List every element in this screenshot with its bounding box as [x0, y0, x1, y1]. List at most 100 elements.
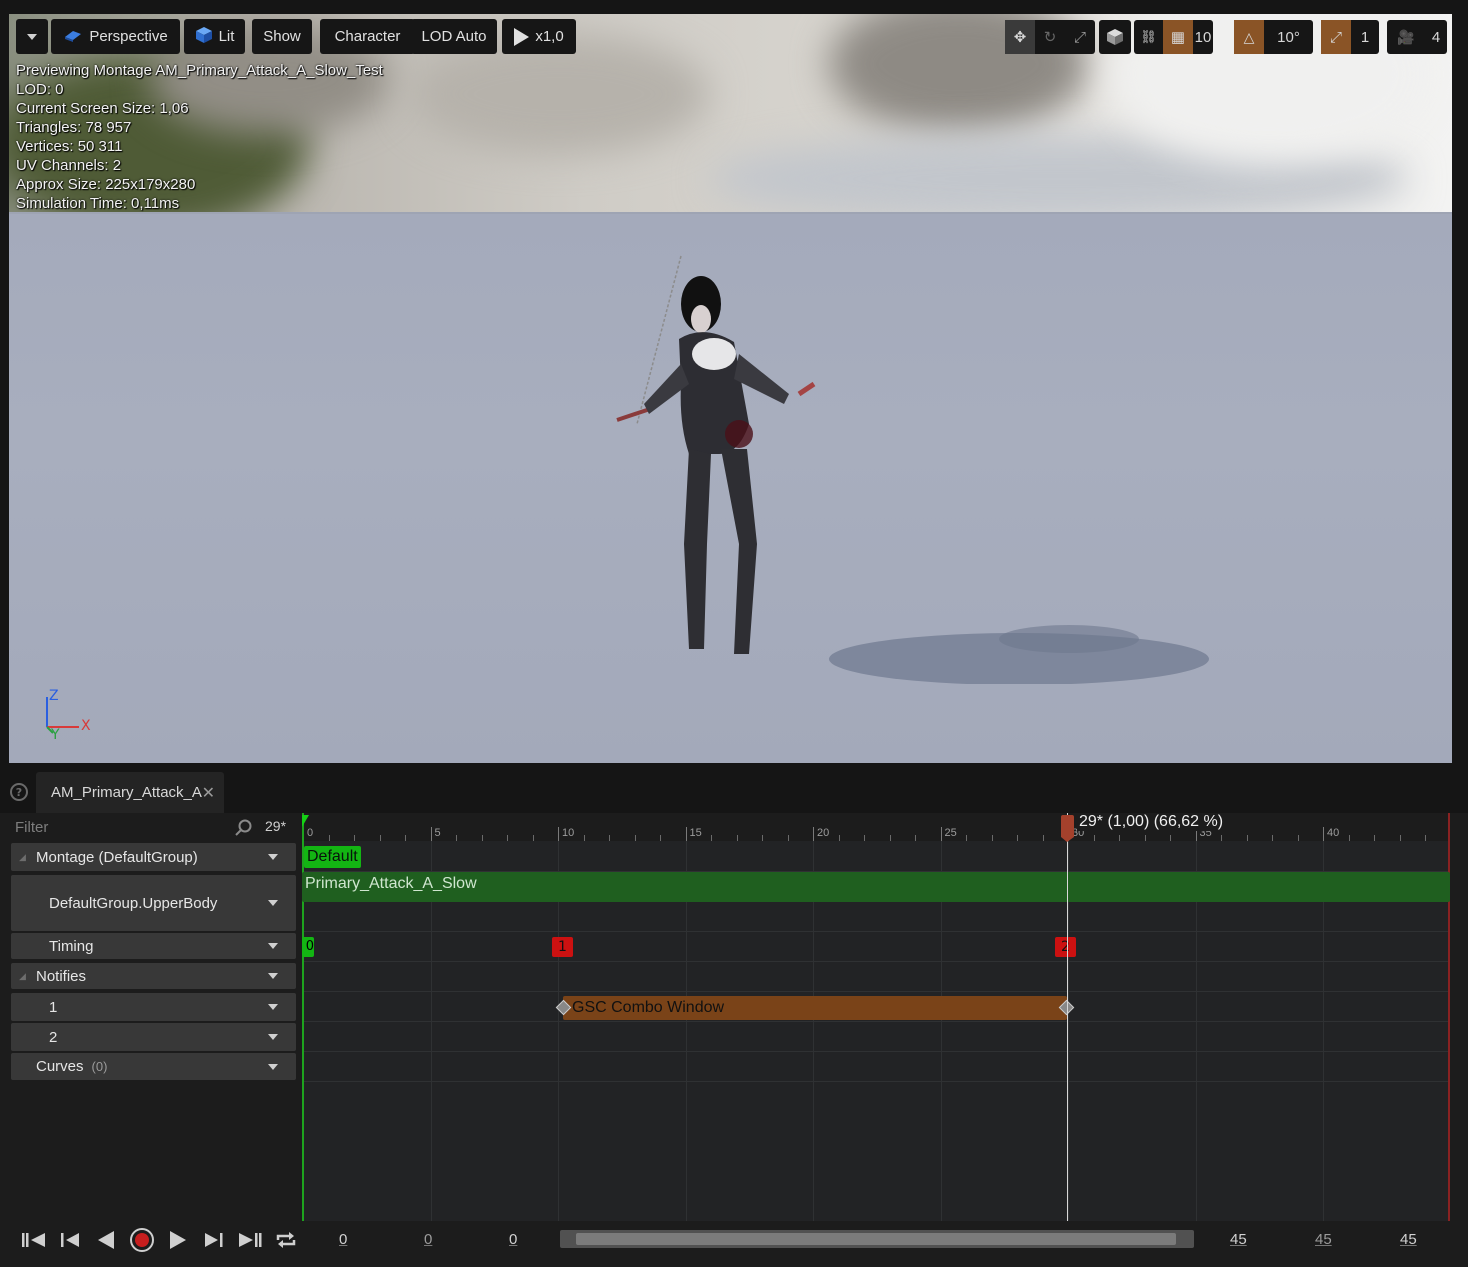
montage-segment[interactable]: Primary_Attack_A_Slow: [302, 872, 1450, 902]
rotate-mode-button[interactable]: ↻: [1035, 20, 1065, 54]
record-button[interactable]: [128, 1227, 156, 1253]
track-montage-group[interactable]: ◢ Montage (DefaultGroup): [11, 843, 296, 871]
skip-to-end-icon: [239, 1233, 262, 1247]
track-timing[interactable]: Timing: [11, 933, 296, 959]
preview-viewport[interactable]: Perspective Lit Show Character LOD Auto …: [9, 14, 1452, 763]
viewport-stats-overlay: Previewing Montage AM_Primary_Attack_A_S…: [16, 61, 383, 213]
track-montage-label: Montage (DefaultGroup): [36, 848, 198, 866]
play-end-field[interactable]: 45: [1230, 1231, 1247, 1248]
camera-speed-button[interactable]: 🎥: [1387, 20, 1425, 54]
track-slot[interactable]: DefaultGroup.UpperBody: [11, 875, 296, 931]
translate-mode-button[interactable]: ✥: [1005, 20, 1035, 54]
play-speed-label: x1,0: [535, 28, 564, 45]
play-start-field[interactable]: 0: [509, 1231, 517, 1248]
stat-lod: LOD: 0: [16, 81, 64, 98]
ruler-minor-tick: [1119, 835, 1120, 841]
ruler-minor-tick: [736, 835, 738, 841]
montage-section-default[interactable]: Default: [304, 846, 361, 868]
filter-input[interactable]: Filter: [15, 819, 48, 836]
track-notify-2[interactable]: 2: [11, 1023, 296, 1051]
playhead-arrow-icon: [1061, 837, 1074, 842]
skip-to-start-button[interactable]: [20, 1227, 48, 1253]
ruler-major-tick: [685, 827, 687, 841]
show-menu-button[interactable]: Show: [252, 19, 312, 54]
perspective-label: Perspective: [89, 28, 168, 45]
notify-state-gsc-combo-window[interactable]: GSC Combo Window: [563, 996, 1067, 1020]
collapse-triangle-icon[interactable]: ◢: [19, 971, 26, 982]
skip-to-end-button[interactable]: [236, 1227, 264, 1253]
ruler-minor-tick: [379, 835, 381, 841]
ruler-tick-label: 15: [689, 827, 702, 839]
working-start-field[interactable]: 0: [424, 1231, 432, 1248]
track-notifies[interactable]: ◢ Notifies: [11, 963, 296, 989]
stat-preview: Previewing Montage AM_Primary_Attack_A_S…: [16, 62, 383, 79]
skip-to-start-icon: [22, 1233, 45, 1247]
grid-snap-value[interactable]: 10: [1193, 20, 1213, 54]
timeline-area[interactable]: 0 5 10 15 20 25 30 35 40 Default Primary_Attack_…: [302, 813, 1450, 1221]
time-ruler[interactable]: 0 5 10 15 20 25 30 35 40: [302, 813, 1450, 841]
camera-speed-value[interactable]: 4: [1425, 20, 1447, 54]
grid-snap-toggle[interactable]: ▦: [1163, 20, 1193, 54]
stat-vertices: Vertices: 50 311: [16, 138, 123, 155]
playhead-line[interactable]: [1067, 813, 1068, 1221]
row-divider: [302, 961, 1450, 962]
chevron-down-icon: [27, 33, 37, 40]
chevron-down-icon[interactable]: [268, 1063, 278, 1070]
timing-marker-0[interactable]: 0: [302, 937, 314, 957]
view-mode-lit-button[interactable]: Lit: [184, 19, 245, 54]
collapse-triangle-icon[interactable]: ◢: [19, 852, 26, 863]
step-back-button[interactable]: [56, 1227, 84, 1253]
character-menu-button[interactable]: Character: [320, 19, 415, 54]
chevron-down-icon[interactable]: [268, 900, 278, 906]
stat-uv-channels: UV Channels: 2: [16, 157, 122, 174]
rotation-snap-toggle[interactable]: △: [1234, 20, 1264, 54]
scale-snap-value[interactable]: 1: [1351, 20, 1379, 54]
camera-icon: 🎥: [1397, 28, 1415, 45]
scale-mode-button[interactable]: ⤢: [1065, 20, 1095, 54]
ruler-minor-tick: [583, 835, 585, 841]
rotation-snap-group: △ 10°: [1234, 20, 1313, 54]
working-end-field[interactable]: 45: [1315, 1231, 1332, 1248]
loop-button[interactable]: [272, 1227, 300, 1253]
search-icon[interactable]: [235, 819, 253, 841]
scale-snap-toggle[interactable]: ⤢: [1321, 20, 1351, 54]
step-forward-button[interactable]: [200, 1227, 228, 1253]
ruler-minor-tick: [634, 835, 636, 841]
surface-snap-button[interactable]: ⛓: [1134, 20, 1163, 54]
world-local-toggle[interactable]: [1099, 20, 1131, 54]
rotation-snap-value[interactable]: 10°: [1264, 20, 1313, 54]
track-notify-1[interactable]: 1: [11, 993, 296, 1021]
ruler-minor-tick: [1017, 835, 1018, 841]
playback-speed-button[interactable]: x1,0: [502, 19, 576, 54]
track-curves[interactable]: Curves (0): [11, 1053, 296, 1080]
close-icon[interactable]: ✕: [202, 783, 215, 803]
playhead-handle[interactable]: [1061, 815, 1074, 837]
chevron-down-icon[interactable]: [268, 973, 278, 979]
chevron-down-icon[interactable]: [268, 1004, 278, 1010]
chevron-down-icon[interactable]: [268, 943, 278, 949]
perspective-button[interactable]: Perspective: [51, 19, 180, 54]
ruler-minor-tick: [1170, 835, 1171, 841]
play-reverse-button[interactable]: [92, 1227, 120, 1253]
chevron-down-icon[interactable]: [268, 1034, 278, 1040]
chevron-down-icon[interactable]: [268, 854, 278, 860]
view-start-field[interactable]: 0: [339, 1231, 347, 1248]
character-label: Character: [334, 28, 401, 45]
lod-menu-button[interactable]: LOD Auto: [411, 19, 497, 54]
current-frame-field[interactable]: 29*: [265, 818, 286, 834]
record-icon: [130, 1228, 154, 1252]
angle-icon: △: [1243, 28, 1255, 45]
show-label: Show: [263, 28, 301, 45]
timing-marker-2[interactable]: 2: [1055, 937, 1076, 957]
timeline-scrollbar[interactable]: [560, 1230, 1194, 1248]
timeline-scrollbar-thumb[interactable]: [576, 1233, 1176, 1245]
play-forward-button[interactable]: [164, 1227, 192, 1253]
timing-marker-1[interactable]: 1: [552, 937, 573, 957]
transform-mode-group: ✥ ↻ ⤢: [1005, 20, 1095, 54]
viewport-options-menu[interactable]: [16, 19, 48, 54]
scale-snap-value-label: 1: [1360, 28, 1370, 46]
montage-document-tab[interactable]: AM_Primary_Attack_A ✕: [36, 772, 224, 813]
view-end-field[interactable]: 45: [1400, 1231, 1417, 1248]
ruler-minor-tick: [481, 835, 483, 841]
help-icon[interactable]: ?: [10, 783, 28, 801]
